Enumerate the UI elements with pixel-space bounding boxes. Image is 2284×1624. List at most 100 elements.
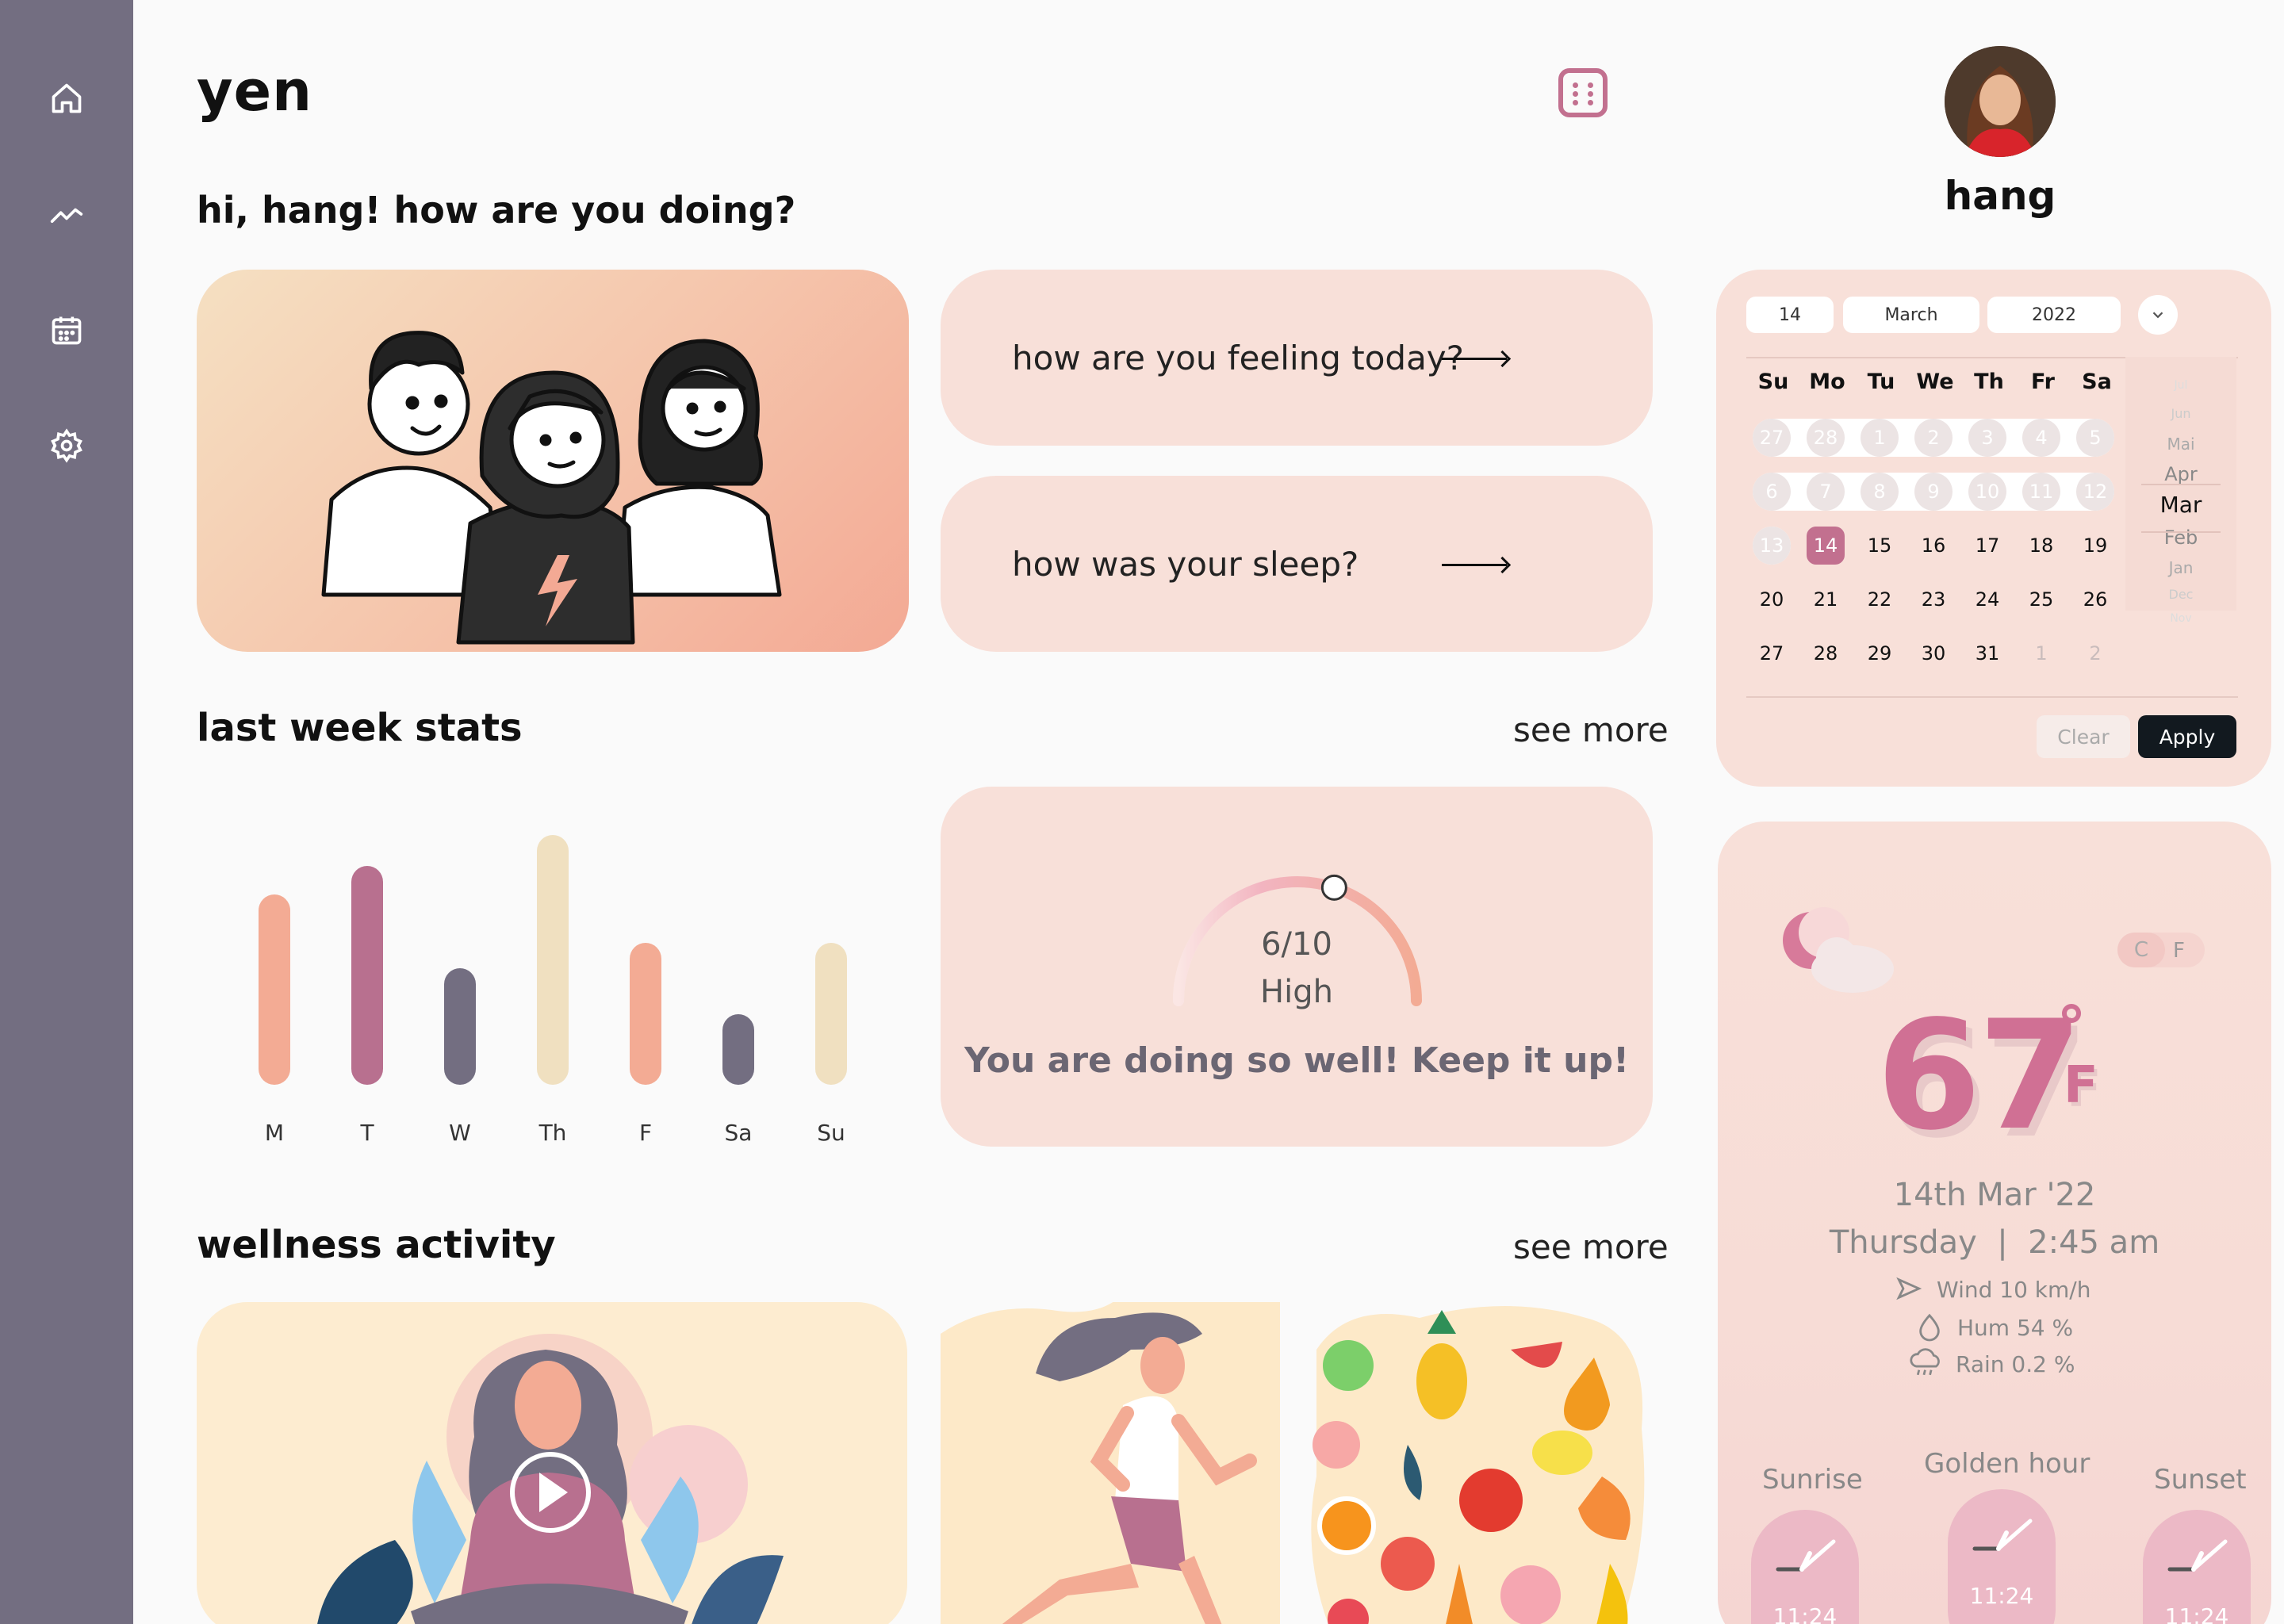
- weekday-label: Mo: [1809, 370, 1845, 394]
- calendar-day[interactable]: 2: [1914, 419, 1953, 457]
- clear-button[interactable]: Clear: [2037, 715, 2130, 758]
- month-option[interactable]: Mai: [2125, 435, 2236, 454]
- weather-day-time: Thursday | 2:45 am: [1829, 1224, 2160, 1261]
- chart-bar: [444, 968, 476, 1085]
- month-option[interactable]: Apr: [2125, 463, 2236, 485]
- calendar-day[interactable]: 23: [1914, 580, 1953, 619]
- day-select[interactable]: 14: [1746, 297, 1834, 333]
- apply-button[interactable]: Apply: [2138, 715, 2236, 758]
- month-option[interactable]: Mar: [2125, 492, 2236, 518]
- wellness-see-more-link[interactable]: see more: [1513, 1228, 1669, 1266]
- month-option[interactable]: Feb: [2125, 527, 2236, 549]
- month-option[interactable]: Jan: [2125, 558, 2236, 577]
- calendar-day[interactable]: 22: [1861, 580, 1899, 619]
- feeling-prompt[interactable]: how are you feeling today?: [941, 270, 1653, 446]
- calendar-day[interactable]: 6: [1753, 473, 1791, 511]
- unit-c-option[interactable]: C: [2117, 933, 2165, 967]
- score-value: 6/10: [1261, 926, 1332, 963]
- calendar-day[interactable]: 24: [1968, 580, 2006, 619]
- calendar-day[interactable]: 1: [2022, 634, 2060, 672]
- calendar-day[interactable]: 13: [1753, 527, 1791, 565]
- unit-f-option[interactable]: F: [2173, 939, 2185, 963]
- grid-menu-icon[interactable]: [1558, 68, 1608, 117]
- sunset-label: Sunset: [2154, 1464, 2247, 1496]
- month-option[interactable]: Jul: [2125, 379, 2236, 392]
- score-gauge-knob[interactable]: [1320, 874, 1347, 901]
- clock-hands-icon: [2167, 1539, 2228, 1572]
- chart-x-tick-label: Sa: [724, 1120, 753, 1146]
- month-scroller[interactable]: Jul Jun Mai Apr Mar Feb Jan Dec Nov: [2125, 357, 2236, 625]
- calendar-day[interactable]: 7: [1807, 473, 1845, 511]
- month-option[interactable]: Jun: [2125, 406, 2236, 421]
- calendar-day[interactable]: 11: [2022, 473, 2060, 511]
- running-activity-card[interactable]: [941, 1302, 1280, 1624]
- calendar-day[interactable]: 29: [1861, 634, 1899, 672]
- temperature-unit: F: [2064, 1056, 2098, 1115]
- calendar-day[interactable]: 5: [2076, 419, 2114, 457]
- calendar-day[interactable]: 25: [2022, 580, 2060, 619]
- nutrition-activity-card[interactable]: [1301, 1302, 1653, 1624]
- rain-value: Rain 0.2 %: [1956, 1351, 2075, 1377]
- calendar-day[interactable]: 10: [1968, 473, 2006, 511]
- calendar-day[interactable]: 31: [1968, 634, 2006, 672]
- weekday-label: We: [1916, 370, 1954, 394]
- calendar-day[interactable]: 28: [1807, 419, 1845, 457]
- calendar-day[interactable]: 28: [1807, 634, 1845, 672]
- calendar-day[interactable]: 12: [2076, 473, 2114, 511]
- month-select[interactable]: March: [1843, 297, 1979, 333]
- weekday-label: Fr: [2030, 370, 2056, 394]
- humidity-icon: [1919, 1313, 1940, 1342]
- rain-cloud-icon: [1910, 1348, 1940, 1376]
- score-level: High: [1260, 974, 1333, 1010]
- chart-x-tick-label: Th: [538, 1120, 567, 1146]
- wellness-score-card: [941, 787, 1653, 1147]
- sleep-prompt[interactable]: how was your sleep?: [941, 476, 1653, 652]
- calendar-day[interactable]: 8: [1861, 473, 1899, 511]
- calendar-day[interactable]: 3: [1968, 419, 2006, 457]
- calendar-day[interactable]: 18: [2022, 527, 2060, 565]
- trend-icon[interactable]: [40, 187, 94, 241]
- divider: [2141, 531, 2221, 533]
- settings-icon[interactable]: [40, 419, 94, 473]
- chart-bar: [722, 1013, 754, 1085]
- calendar-day[interactable]: 2: [2076, 634, 2114, 672]
- greeting-heading: hi, hang! how are you doing?: [197, 189, 796, 232]
- calendar-day[interactable]: 1: [1861, 419, 1899, 457]
- calendar-icon[interactable]: [40, 303, 94, 357]
- wind-value: Wind 10 km/h: [1937, 1277, 2091, 1303]
- home-icon[interactable]: [40, 71, 94, 125]
- calendar-day[interactable]: 17: [1968, 527, 2006, 565]
- calendar-day[interactable]: 26: [2076, 580, 2114, 619]
- calendar-day[interactable]: 14: [1807, 527, 1845, 565]
- calendar-day[interactable]: 20: [1753, 580, 1791, 619]
- wind-icon: [1896, 1277, 1922, 1300]
- calendar-day[interactable]: 21: [1807, 580, 1845, 619]
- calendar-day[interactable]: 4: [2022, 419, 2060, 457]
- golden-hour-time: 11:24: [1969, 1583, 2034, 1609]
- night-cloud-icon: [1783, 907, 1894, 993]
- year-select[interactable]: 2022: [1987, 297, 2121, 333]
- calendar-day[interactable]: 27: [1753, 634, 1791, 672]
- calendar-day[interactable]: 9: [1914, 473, 1953, 511]
- calendar-day[interactable]: 16: [1914, 527, 1953, 565]
- chart-bar: [815, 943, 847, 1085]
- chevron-down-icon[interactable]: [2138, 295, 2178, 335]
- calendar-day[interactable]: 30: [1914, 634, 1953, 672]
- calendar-day[interactable]: 19: [2076, 527, 2114, 565]
- meditation-activity-card[interactable]: [197, 1302, 907, 1624]
- chart-x-tick-label: W: [449, 1120, 471, 1146]
- unit-toggle[interactable]: C F: [2117, 933, 2205, 967]
- calendar-day[interactable]: 27: [1753, 419, 1791, 457]
- month-option[interactable]: Dec: [2125, 587, 2236, 602]
- avatar[interactable]: [1945, 46, 2056, 157]
- weekday-label: Tu: [1867, 370, 1895, 394]
- golden-hour-label: Golden hour: [1924, 1448, 2090, 1480]
- month-option[interactable]: Nov: [2125, 612, 2236, 625]
- calendar-day[interactable]: 15: [1861, 527, 1899, 565]
- arrow-right-icon: [1442, 564, 1507, 566]
- weather-card: C F 67 F 14th Mar '22 Thursday | 2:45 am…: [1718, 822, 2271, 1624]
- sunrise-time: 11:24: [1772, 1603, 1838, 1624]
- stats-see-more-link[interactable]: see more: [1513, 710, 1669, 749]
- profile-name: hang: [1944, 173, 2056, 219]
- weekday-label: Th: [1974, 370, 2004, 394]
